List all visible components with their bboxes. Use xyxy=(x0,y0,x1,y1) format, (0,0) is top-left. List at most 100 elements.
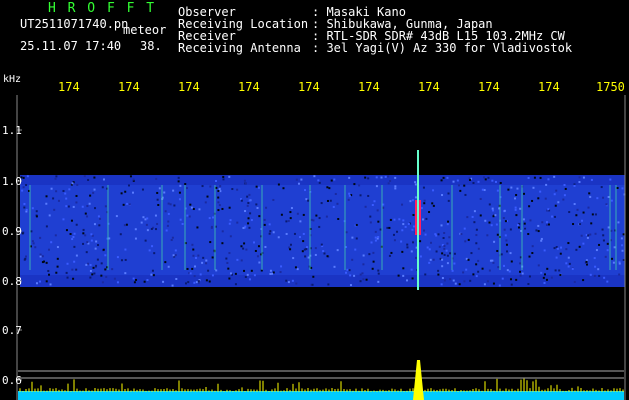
noise-speckle xyxy=(205,262,208,265)
noise-speckle xyxy=(449,278,452,281)
noise-speckle xyxy=(362,263,365,266)
noise-speckle xyxy=(240,199,243,202)
noise-speckle xyxy=(348,269,351,272)
noise-speckle xyxy=(325,215,328,218)
noise-speckle xyxy=(192,254,195,257)
noise-speckle xyxy=(441,252,444,255)
noise-speckle xyxy=(500,253,503,256)
noise-speckle xyxy=(185,187,188,190)
noise-speckle xyxy=(443,253,446,256)
noise-speckle xyxy=(392,233,395,236)
noise-speckle xyxy=(540,271,543,274)
noise-speckle xyxy=(185,282,188,285)
x-tick-label: 174 xyxy=(118,80,140,94)
noise-speckle xyxy=(396,230,399,233)
noise-speckle xyxy=(553,175,556,178)
noise-speckle xyxy=(553,247,556,250)
noise-speckle xyxy=(508,270,511,273)
noise-speckle xyxy=(617,221,620,224)
noise-speckle xyxy=(346,268,349,271)
noise-speckle xyxy=(481,188,484,191)
noise-speckle xyxy=(132,191,135,194)
noise-speckle xyxy=(353,183,356,186)
noise-speckle xyxy=(477,259,480,262)
noise-speckle xyxy=(201,185,204,188)
noise-speckle xyxy=(398,218,401,221)
noise-speckle xyxy=(179,184,182,187)
noise-speckle xyxy=(521,272,524,275)
noise-speckle xyxy=(598,274,601,277)
noise-speckle xyxy=(249,212,252,215)
noise-speckle xyxy=(414,196,417,199)
y-tick-label: 0.9 xyxy=(2,225,22,238)
noise-speckle xyxy=(104,268,107,271)
noise-speckle xyxy=(556,247,559,250)
noise-speckle xyxy=(345,271,348,274)
noise-speckle xyxy=(194,265,197,268)
noise-speckle xyxy=(312,275,315,278)
noise-speckle xyxy=(491,179,494,182)
noise-speckle xyxy=(386,226,389,229)
noise-speckle xyxy=(510,186,513,189)
noise-speckle xyxy=(462,271,465,274)
noise-speckle xyxy=(263,223,266,226)
noise-speckle xyxy=(35,210,38,213)
noise-speckle xyxy=(488,269,491,272)
noise-speckle xyxy=(488,203,491,206)
noise-speckle xyxy=(330,179,333,182)
noise-speckle xyxy=(253,274,256,277)
noise-speckle xyxy=(443,279,446,282)
noise-speckle xyxy=(367,177,370,180)
noise-speckle xyxy=(277,236,280,239)
noise-speckle xyxy=(419,255,422,258)
noise-speckle xyxy=(250,269,253,272)
noise-speckle xyxy=(153,252,156,255)
noise-speckle xyxy=(211,256,214,259)
noise-speckle xyxy=(92,191,95,194)
noise-speckle xyxy=(424,273,427,276)
noise-speckle xyxy=(89,264,92,267)
noise-speckle xyxy=(578,245,581,248)
noise-speckle xyxy=(222,178,225,181)
noise-speckle xyxy=(132,178,135,181)
noise-speckle xyxy=(151,269,154,272)
noise-speckle xyxy=(532,186,535,189)
noise-speckle xyxy=(255,203,258,206)
noise-speckle xyxy=(244,210,247,213)
noise-speckle xyxy=(323,252,326,255)
noise-speckle xyxy=(472,273,475,276)
noise-speckle xyxy=(425,217,428,220)
noise-speckle xyxy=(229,272,232,275)
noise-speckle xyxy=(464,193,467,196)
noise-speckle xyxy=(314,253,317,256)
noise-speckle xyxy=(48,214,51,217)
noise-speckle xyxy=(151,245,154,248)
noise-speckle xyxy=(329,199,332,202)
noise-speckle xyxy=(424,233,427,236)
noise-speckle xyxy=(209,185,212,188)
noise-speckle xyxy=(369,215,372,218)
noise-speckle xyxy=(582,211,585,214)
noise-speckle xyxy=(318,181,321,184)
noise-speckle xyxy=(527,177,530,180)
noise-speckle xyxy=(555,256,558,259)
noise-speckle xyxy=(400,240,403,243)
noise-speckle xyxy=(318,225,321,228)
noise-speckle xyxy=(553,193,556,196)
noise-speckle xyxy=(621,187,624,190)
noise-speckle xyxy=(116,281,119,284)
noise-speckle xyxy=(560,246,563,249)
noise-speckle xyxy=(73,245,76,248)
x-tick-label: 174 xyxy=(418,80,440,94)
noise-speckle xyxy=(96,258,99,261)
noise-speckle xyxy=(75,254,78,257)
noise-speckle xyxy=(437,233,440,236)
noise-speckle xyxy=(371,204,374,207)
noise-speckle xyxy=(410,250,413,253)
noise-speckle xyxy=(177,176,180,179)
noise-speckle xyxy=(333,178,336,181)
noise-speckle xyxy=(377,272,380,275)
noise-speckle xyxy=(206,195,209,198)
noise-speckle xyxy=(122,203,125,206)
noise-speckle xyxy=(317,179,320,182)
